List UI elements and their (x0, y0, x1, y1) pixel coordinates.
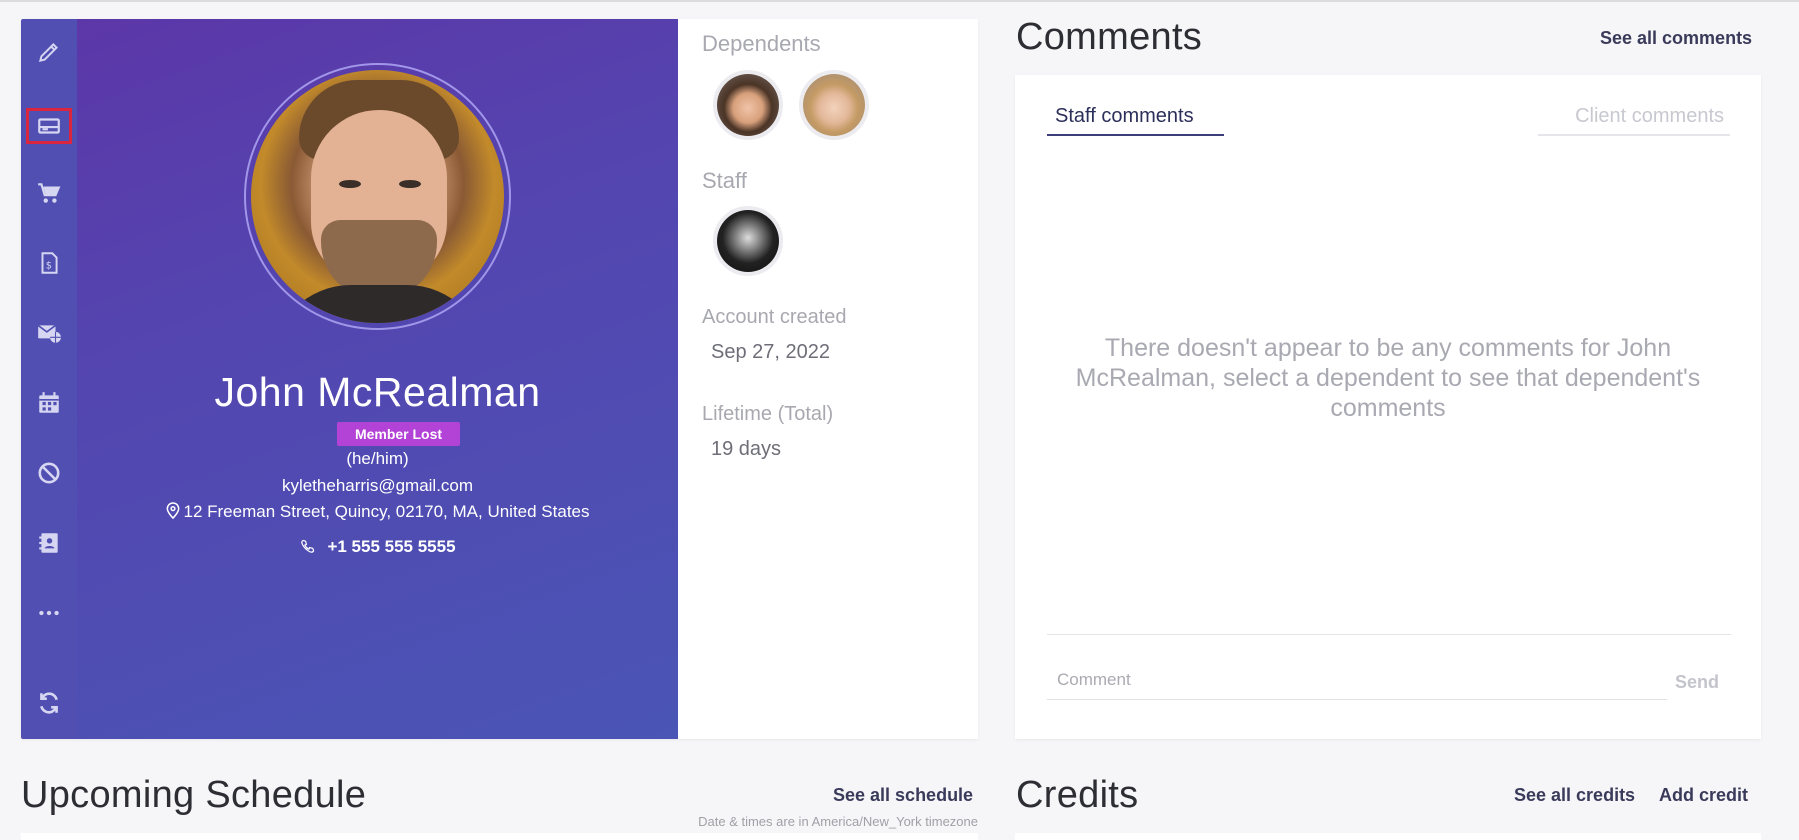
sidebar-item-edit[interactable] (26, 34, 72, 70)
dependents-label: Dependents (702, 31, 821, 56)
profile-hero: John McRealman Member Lost (he/him) kyle… (77, 19, 678, 739)
account-created-label: Account created (702, 306, 847, 328)
comments-empty-message: There doesn't appear to be any comments … (1075, 334, 1701, 422)
comments-title: Comments (1016, 16, 1203, 58)
tab-staff-comments[interactable]: Staff comments (1047, 105, 1224, 136)
profile-details: Dependents Staff Account created Sep 27,… (678, 19, 978, 739)
schedule-card (21, 833, 978, 840)
phone-icon (301, 539, 315, 553)
profile-sidebar: $ (21, 19, 77, 739)
comment-input[interactable] (1047, 660, 1667, 700)
dependent-avatar-2[interactable] (799, 70, 869, 140)
credits-title: Credits (1016, 774, 1139, 816)
address-text: 12 Freeman Street, Quincy, 02170, MA, Un… (183, 502, 590, 521)
profile-name: John McRealman (214, 369, 541, 415)
comments-card: Staff comments Client comments There doe… (1015, 75, 1761, 739)
svg-text:$: $ (46, 260, 52, 271)
ellipsis-icon (39, 610, 59, 616)
sidebar-item-payment[interactable] (26, 108, 72, 144)
location-pin-icon (166, 502, 179, 519)
cart-icon (38, 183, 61, 203)
lifetime-label: Lifetime (Total) (702, 403, 834, 425)
see-all-comments-link[interactable]: See all comments (1600, 28, 1752, 49)
invoice-icon: $ (41, 252, 58, 274)
profile-pronouns: (he/him) (346, 449, 409, 468)
sidebar-item-refresh[interactable] (26, 685, 72, 721)
send-button[interactable]: Send (1675, 672, 1719, 693)
top-border (0, 0, 1799, 2)
timezone-note: Date & times are in America/New_York tim… (698, 814, 978, 829)
sidebar-item-calendar[interactable] (26, 385, 72, 421)
pencil-icon (38, 43, 58, 63)
dependent-avatar-1[interactable] (713, 70, 783, 140)
see-all-schedule-link[interactable]: See all schedule (833, 785, 973, 806)
refresh-icon (40, 692, 58, 714)
schedule-title: Upcoming Schedule (21, 774, 367, 816)
profile-email[interactable]: kyletheharris@gmail.com (77, 476, 678, 496)
profile-address: 12 Freeman Street, Quincy, 02170, MA, Un… (77, 502, 678, 522)
comments-divider (1047, 634, 1731, 635)
sidebar-item-messages[interactable] (26, 315, 72, 351)
sidebar-item-block[interactable] (26, 455, 72, 491)
add-credit-link[interactable]: Add credit (1659, 785, 1748, 806)
sidebar-item-shop[interactable] (26, 175, 72, 211)
sidebar-item-invoices[interactable]: $ (26, 245, 72, 281)
credits-card (1015, 833, 1761, 840)
address-book-icon (39, 533, 58, 553)
tab-client-comments[interactable]: Client comments (1538, 105, 1730, 136)
ban-icon (38, 462, 60, 484)
sidebar-item-contacts[interactable] (26, 525, 72, 561)
staff-avatar-1[interactable] (713, 206, 783, 276)
staff-label: Staff (702, 168, 747, 193)
status-badge: Member Lost (337, 422, 460, 446)
profile-phone[interactable]: +1 555 555 5555 (77, 537, 678, 557)
avatar-photo (251, 70, 504, 323)
account-created-value: Sep 27, 2022 (711, 341, 830, 363)
sidebar-item-more[interactable] (26, 595, 72, 631)
profile-avatar[interactable] (244, 63, 511, 330)
profile-card: $ John McRealman Member Lost (he/him) ky… (21, 19, 978, 739)
calendar-icon (39, 392, 59, 413)
see-all-credits-link[interactable]: See all credits (1514, 785, 1635, 806)
envelope-globe-icon (37, 324, 61, 343)
phone-text: +1 555 555 5555 (327, 537, 456, 556)
credit-card-icon (38, 118, 60, 134)
lifetime-value: 19 days (711, 438, 782, 460)
